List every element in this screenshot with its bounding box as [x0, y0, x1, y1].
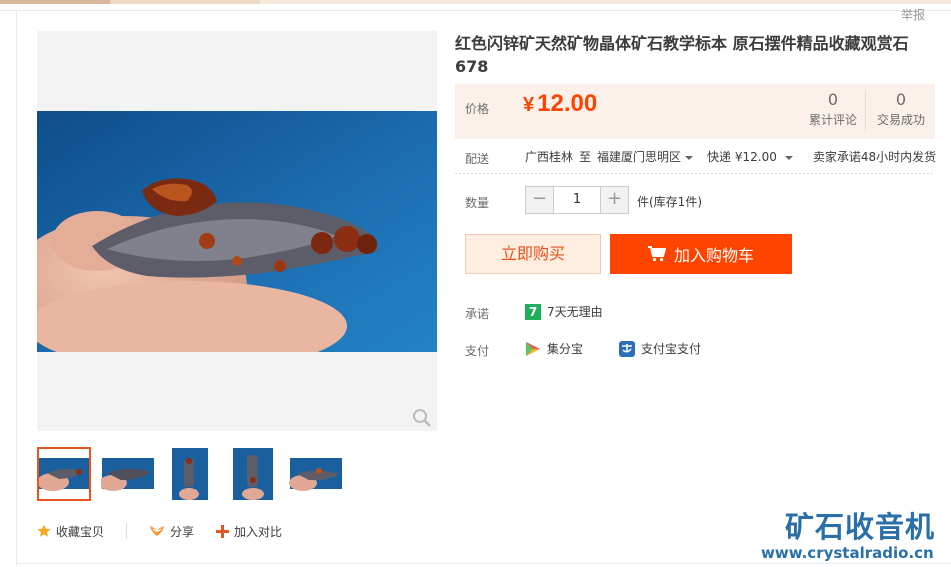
favorite-button[interactable]: 收藏宝贝	[37, 523, 104, 540]
thumbnail-4[interactable]	[226, 447, 280, 501]
reviews-label: 累计评论	[808, 113, 857, 127]
product-photo[interactable]	[37, 111, 437, 352]
seven-day-text: 7天无理由	[547, 305, 603, 319]
jifenbao-icon	[526, 341, 540, 356]
report-link[interactable]: 举报	[901, 6, 925, 23]
item-actions-bar: 收藏宝贝 分享 加入对比	[37, 520, 304, 542]
quantity-input[interactable]: 1	[553, 187, 601, 213]
top-color-strip	[0, 0, 951, 10]
seven-day-return[interactable]: 7 7天无理由	[525, 303, 603, 320]
watermark-url: www.crystalradio.cn	[761, 544, 934, 562]
thumbnail-5[interactable]	[289, 447, 343, 501]
cart-icon	[647, 246, 666, 262]
shipping-method-select[interactable]: 快递 ¥12.00	[707, 148, 793, 165]
share-icon	[150, 526, 165, 536]
shipping-label: 配送	[465, 152, 490, 166]
action-divider	[126, 523, 128, 539]
shipping-method-value: 快递 ¥12.00	[707, 150, 777, 164]
top-border	[0, 10, 951, 11]
decrease-button[interactable]: −	[526, 187, 553, 213]
thumbnail-1[interactable]	[37, 447, 91, 501]
shipping-row: 广西桂林 至 福建厦门思明区 快递 ¥12.00 卖家承诺48小时内发货	[525, 148, 936, 165]
buy-now-button[interactable]: 立即购买	[465, 234, 601, 274]
plus-icon	[216, 524, 230, 538]
seven-day-icon: 7	[525, 303, 541, 320]
alipay-payment[interactable]: 支付宝支付	[619, 340, 701, 357]
sales-count: 0	[895, 90, 907, 109]
star-icon	[37, 524, 51, 537]
watermark-logo: 矿石收音机	[785, 510, 936, 544]
payment-methods: 集分宝 支付宝支付	[525, 340, 737, 357]
frame-bottom-border	[16, 563, 951, 564]
price-value: ¥12.00	[523, 90, 597, 118]
increase-button[interactable]: +	[601, 187, 628, 213]
ship-from: 广西桂林	[525, 150, 574, 164]
favorite-label: 收藏宝贝	[56, 524, 105, 539]
quantity-stepper: − 1 +	[525, 186, 629, 214]
quantity-label: 数量	[465, 196, 490, 210]
sales-label: 交易成功	[876, 113, 925, 127]
price-amount: 12.00	[537, 90, 598, 117]
reviews-stat[interactable]: 0 累计评论	[800, 90, 866, 128]
price-panel: 价格 ¥12.00 0 累计评论 0 交易成功	[455, 84, 935, 139]
compare-label: 加入对比	[234, 524, 283, 539]
delivery-promise: 卖家承诺48小时内发货	[812, 150, 937, 164]
magnifier-icon[interactable]	[412, 408, 432, 428]
add-to-cart-label: 加入购物车	[673, 246, 754, 265]
sales-stat[interactable]: 0 交易成功	[868, 90, 934, 128]
alipay-icon	[619, 340, 636, 357]
jifenbao-label: 集分宝	[547, 342, 584, 356]
price-label: 价格	[465, 102, 490, 116]
stock-info: 件(库存1件)	[637, 195, 702, 209]
share-label: 分享	[170, 524, 195, 539]
ship-to-word: 至	[579, 150, 592, 164]
shipping-divider	[455, 173, 935, 174]
compare-button[interactable]: 加入对比	[216, 523, 282, 540]
payment-label: 支付	[465, 344, 490, 358]
share-button[interactable]: 分享	[149, 523, 194, 540]
thumbnail-2[interactable]	[101, 447, 155, 501]
jifenbao-payment[interactable]: 集分宝	[525, 340, 583, 357]
chevron-down-icon	[784, 155, 793, 160]
add-to-cart-button[interactable]: 加入购物车	[610, 234, 792, 274]
destination-select[interactable]: 福建厦门思明区	[597, 148, 694, 165]
thumbnail-3[interactable]	[164, 447, 218, 501]
currency-symbol: ¥	[523, 94, 535, 116]
alipay-label: 支付宝支付	[641, 342, 702, 356]
product-title: 红色闪锌矿天然矿物晶体矿石教学标本 原石摆件精品收藏观赏石678	[455, 34, 909, 76]
chevron-down-icon	[685, 155, 694, 160]
watermark: 矿石收音机 www.crystalradio.cn	[761, 504, 945, 562]
destination-value: 福建厦门思明区	[597, 150, 682, 164]
guarantee-label: 承诺	[465, 307, 490, 321]
frame-left-border	[16, 10, 17, 566]
reviews-count: 0	[827, 90, 839, 109]
